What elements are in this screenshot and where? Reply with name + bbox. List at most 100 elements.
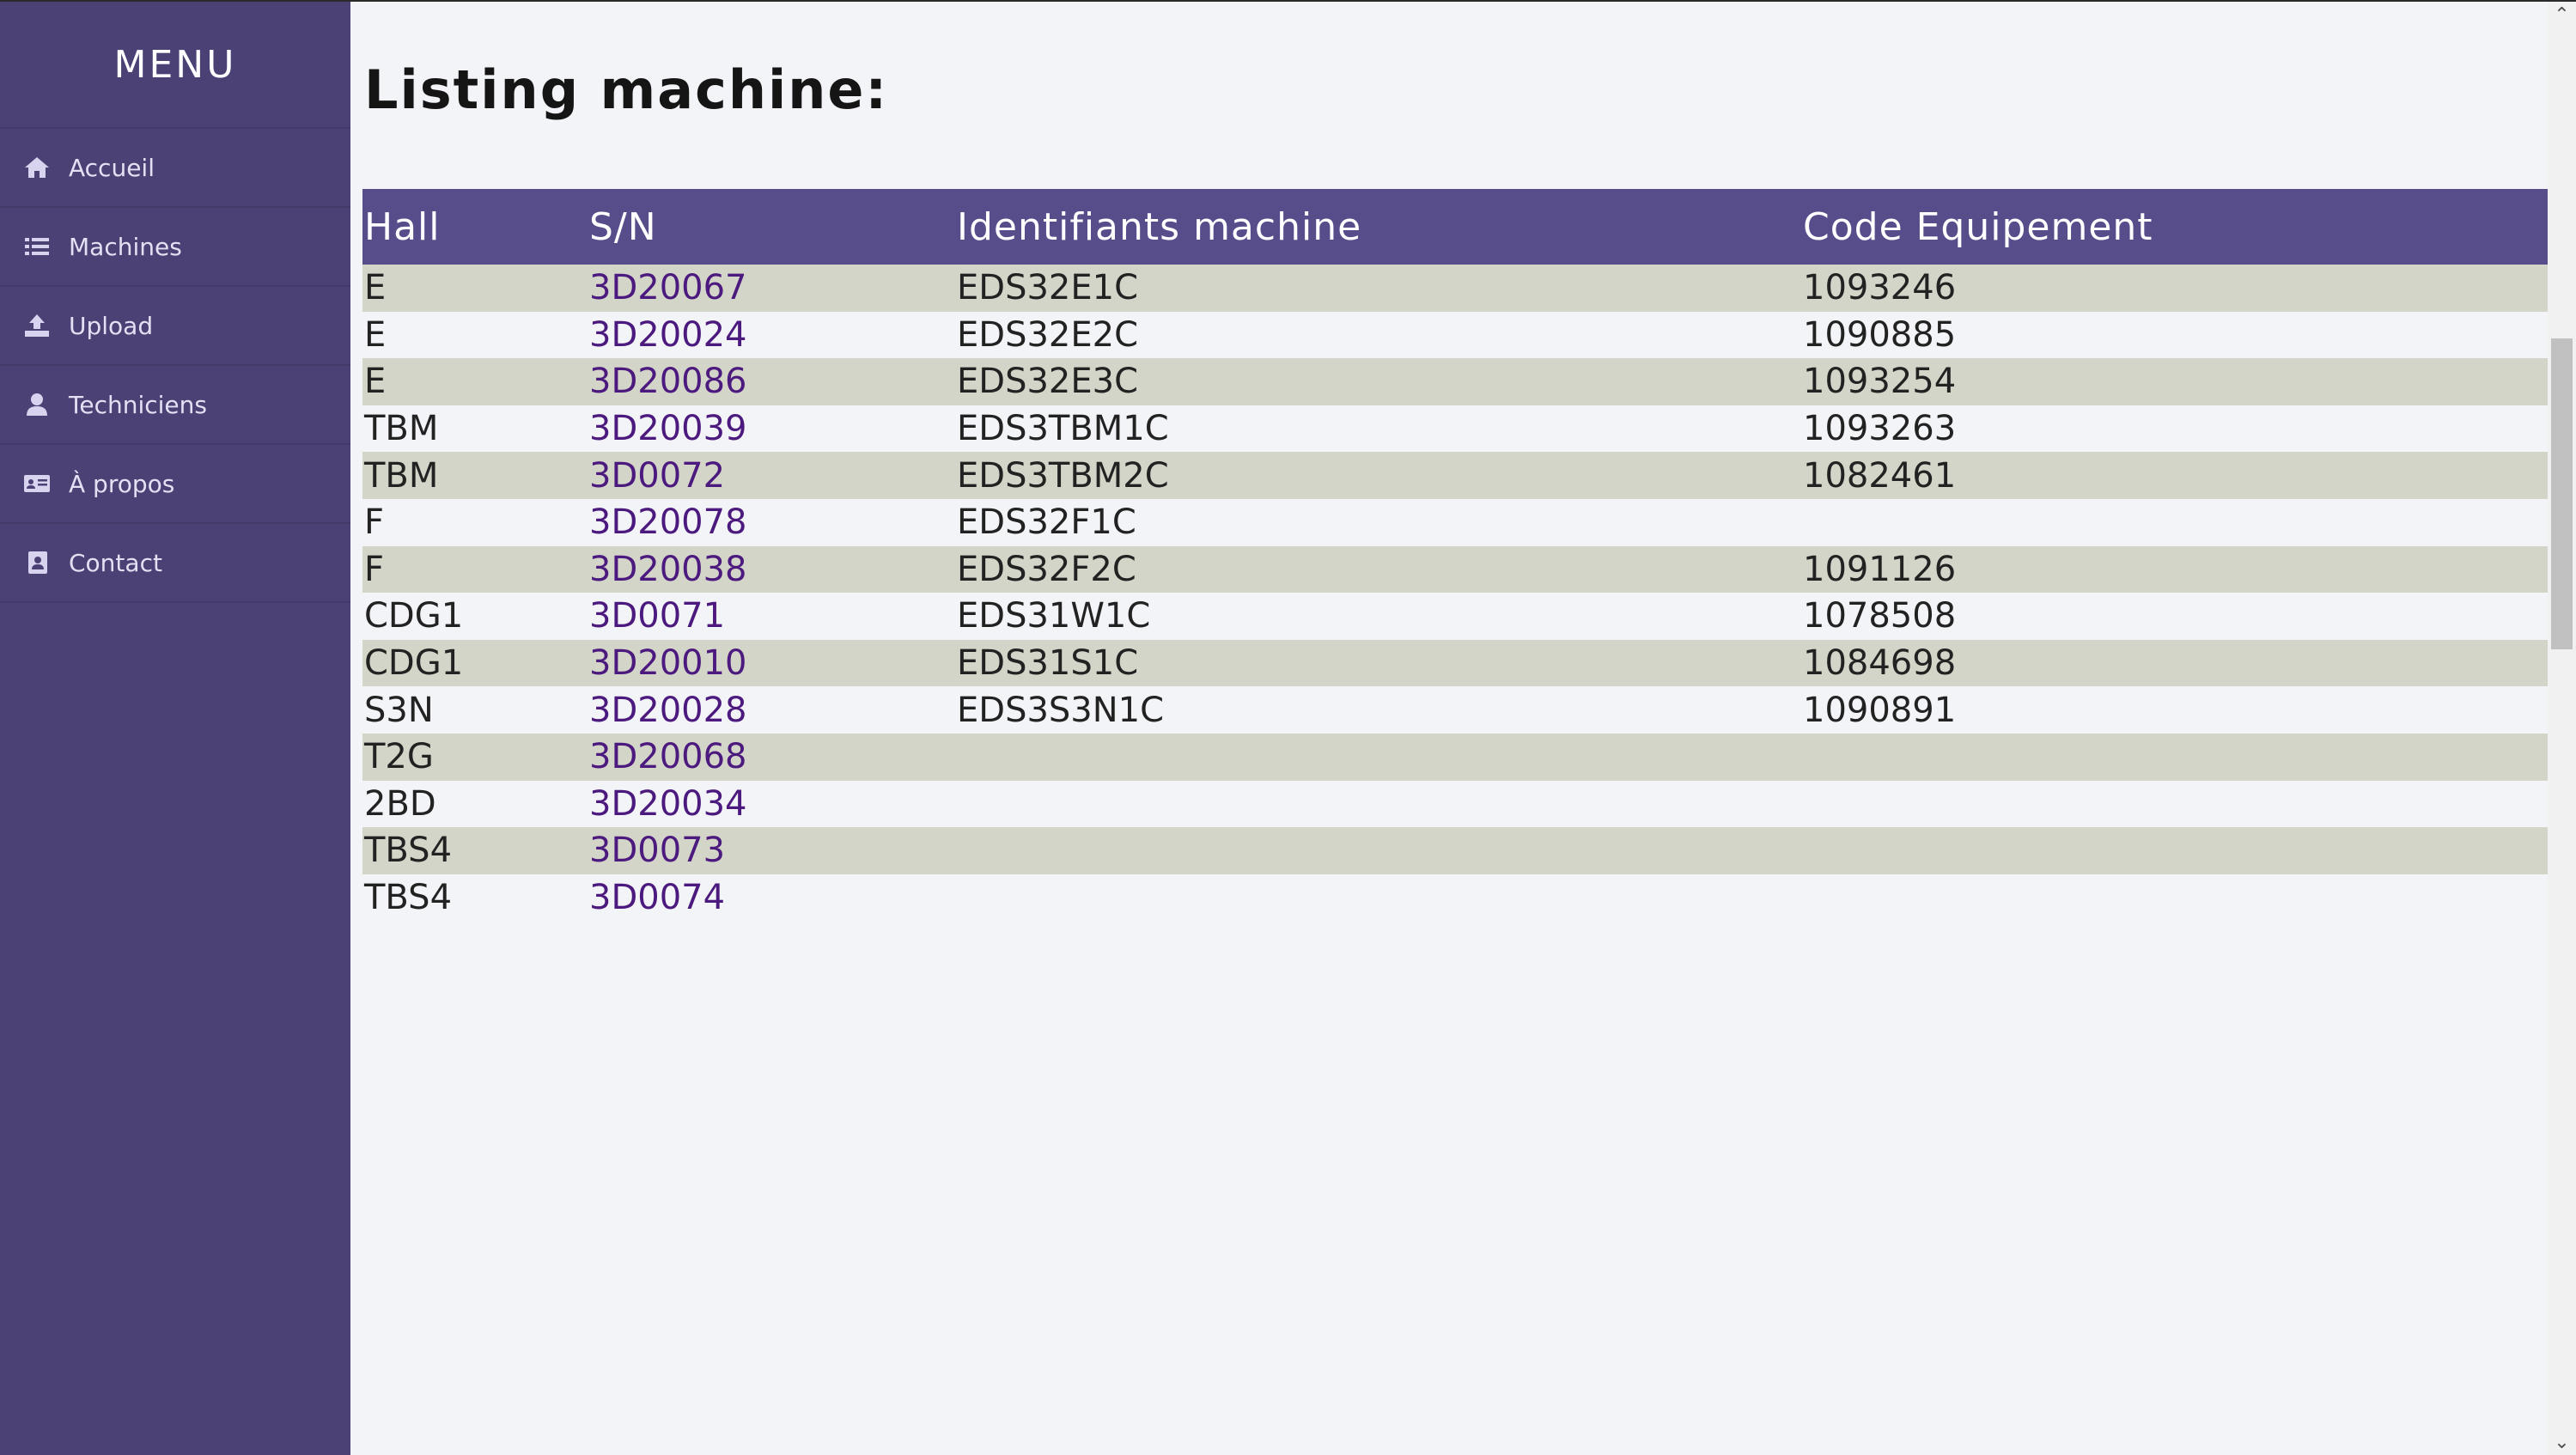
table-row: TBS4 3D0073 — [362, 827, 2548, 874]
cell-identifiant: EDS32F2C — [957, 549, 1136, 589]
table-body: E 3D20067 EDS32E1C 1093246 E 3D20024 EDS32E2C 1… — [362, 265, 2548, 922]
cell-hall: F — [364, 549, 385, 589]
cell-hall: S3N — [364, 690, 434, 730]
table-row: F 3D20038 EDS32F2C 1091126 — [362, 545, 2548, 594]
cell-sn: 3D20028 — [588, 686, 955, 734]
cell-identifiant: EDS3TBM1C — [957, 409, 1169, 449]
sn-link[interactable]: 3D0071 — [589, 596, 725, 636]
cell-code-equipement: 1084698 — [1803, 643, 1957, 684]
sidebar-item-label: Accueil — [69, 153, 155, 182]
column-header-identifiants: Identifiants machine — [957, 204, 1362, 249]
vertical-scrollbar[interactable]: ⌃ ⌄ — [2548, 2, 2576, 1455]
id-card-icon — [22, 471, 52, 496]
table-row: S3N 3D20028 EDS3S3N1C 1090891 — [362, 686, 2548, 734]
cell-sn: 3D20039 — [588, 405, 955, 453]
cell-code-equipement: 1093263 — [1803, 409, 1957, 449]
sidebar-item-a-propos[interactable]: À propos — [0, 445, 350, 524]
table-row: CDG1 3D20010 EDS31S1C 1084698 — [362, 639, 2548, 687]
machine-table: Hall S/N Identifiants machine Code Equip… — [362, 189, 2548, 922]
sn-link[interactable]: 3D20028 — [589, 691, 747, 730]
sn-link[interactable]: 3D20086 — [589, 362, 747, 401]
cell-code-equipement — [1801, 734, 2548, 781]
cell-sn: 3D20068 — [588, 734, 955, 781]
sn-link[interactable]: 3D0072 — [589, 456, 725, 496]
column-header-code: Code Equipement — [1803, 204, 2153, 249]
sn-link[interactable]: 3D20068 — [589, 737, 747, 776]
scroll-down-icon[interactable]: ⌄ — [2548, 1429, 2576, 1455]
sidebar-item-upload[interactable]: Upload — [0, 287, 350, 366]
table-row: TBM 3D20039 EDS3TBM1C 1093263 — [362, 405, 2548, 453]
sn-link[interactable]: 3D20067 — [589, 268, 747, 307]
scrollbar-thumb[interactable] — [2551, 338, 2573, 649]
cell-hall: 2BD — [364, 783, 436, 824]
sn-link[interactable]: 3D20038 — [589, 550, 747, 589]
column-header-sn: S/N — [589, 204, 657, 249]
cell-hall: T2G — [364, 737, 434, 777]
cell-sn: 3D20024 — [588, 312, 955, 359]
cell-code-equipement — [1801, 827, 2548, 874]
sn-link[interactable]: 3D20039 — [589, 409, 747, 448]
cell-hall: TBS4 — [364, 878, 453, 918]
cell-code-equipement: 1090891 — [1803, 690, 1957, 730]
column-header-hall: Hall — [364, 204, 441, 249]
cell-sn: 3D20034 — [588, 781, 955, 828]
cell-code-equipement: 1091126 — [1803, 549, 1957, 589]
cell-hall: CDG1 — [364, 596, 464, 636]
cell-identifiant — [955, 874, 1801, 922]
sidebar-item-label: Machines — [69, 232, 182, 261]
cell-identifiant: EDS31W1C — [957, 596, 1151, 636]
sn-link[interactable]: 3D20034 — [589, 784, 747, 824]
cell-hall: TBM — [364, 409, 439, 449]
cell-code-equipement: 1082461 — [1803, 455, 1957, 496]
sidebar-item-label: Techniciens — [69, 390, 207, 419]
user-icon — [22, 392, 52, 417]
cell-sn: 3D20038 — [588, 546, 955, 594]
home-icon — [22, 155, 52, 180]
cell-identifiant: EDS32F1C — [957, 502, 1136, 543]
cell-code-equipement — [1801, 781, 2548, 828]
cell-hall: E — [364, 268, 387, 308]
cell-identifiant: EDS3TBM2C — [957, 455, 1169, 496]
menu-title: MENU — [0, 2, 350, 129]
cell-code-equipement — [1801, 874, 2548, 922]
sn-link[interactable]: 3D20024 — [589, 315, 747, 355]
cell-code-equipement: 1078508 — [1803, 596, 1957, 636]
sidebar-item-techniciens[interactable]: Techniciens — [0, 366, 350, 445]
main-content: Listing machine: Hall S/N Identifiants m… — [350, 2, 2548, 1455]
sn-link[interactable]: 3D0074 — [589, 878, 725, 917]
cell-identifiant: EDS3S3N1C — [957, 690, 1165, 730]
sidebar-item-accueil[interactable]: Accueil — [0, 129, 350, 208]
cell-code-equipement: 1093246 — [1803, 268, 1957, 308]
sn-link[interactable]: 3D0073 — [589, 831, 725, 870]
sn-link[interactable]: 3D20010 — [589, 643, 747, 683]
sidebar-item-contact[interactable]: Contact — [0, 524, 350, 603]
cell-sn: 3D20010 — [588, 640, 955, 687]
sidebar-item-machines[interactable]: Machines — [0, 208, 350, 287]
sn-link[interactable]: 3D20078 — [589, 502, 747, 542]
cell-code-equipement: 1093254 — [1803, 362, 1957, 402]
scroll-up-icon[interactable]: ⌃ — [2548, 2, 2576, 27]
table-row: TBS4 3D0074 — [362, 874, 2548, 922]
page-title: Listing machine: — [364, 58, 889, 121]
list-icon — [22, 234, 52, 259]
table-row: E 3D20024 EDS32E2C 1090885 — [362, 311, 2548, 359]
cell-sn: 3D20086 — [588, 358, 955, 405]
cell-sn: 3D0071 — [588, 593, 955, 640]
cell-hall: TBS4 — [364, 831, 453, 871]
cell-identifiant — [955, 827, 1801, 874]
sidebar-item-label: Upload — [69, 311, 154, 340]
table-row: T2G 3D20068 — [362, 733, 2548, 781]
cell-hall: E — [364, 362, 387, 402]
cell-identifiant — [955, 734, 1801, 781]
cell-sn: 3D20078 — [588, 499, 955, 546]
cell-sn: 3D20067 — [588, 265, 955, 312]
cell-hall: E — [364, 314, 387, 355]
sidebar-item-label: Contact — [69, 548, 162, 577]
table-row: F 3D20078 EDS32F1C — [362, 498, 2548, 546]
table-row: E 3D20086 EDS32E3C 1093254 — [362, 358, 2548, 405]
sidebar-item-label: À propos — [69, 469, 175, 498]
table-header-row: Hall S/N Identifiants machine Code Equip… — [362, 189, 2548, 265]
table-row: TBM 3D0072 EDS3TBM2C 1082461 — [362, 452, 2548, 499]
cell-code-equipement — [1801, 499, 2548, 546]
cell-hall: CDG1 — [364, 643, 464, 684]
